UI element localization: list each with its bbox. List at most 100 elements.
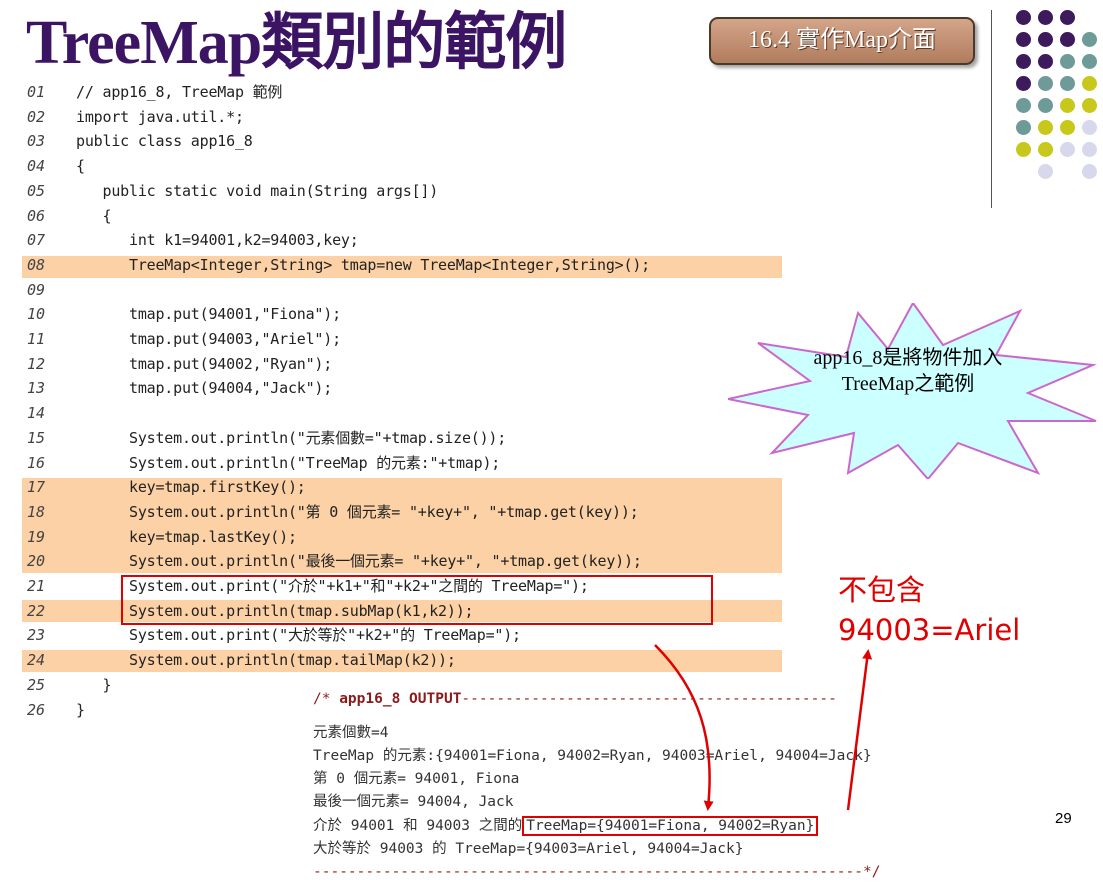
code-text: public static void main(String args[]): [76, 181, 439, 200]
dot: [1016, 54, 1031, 69]
code-text: key=tmap.lastKey();: [76, 527, 297, 546]
line-number: 20: [27, 552, 46, 571]
note-line-1: 不包含: [838, 573, 926, 607]
page-number: 29: [1055, 810, 1072, 827]
annotation-note: 不包含 94003=Ariel: [838, 570, 1020, 650]
dot: [1038, 54, 1053, 69]
dot: [1082, 76, 1097, 91]
dot: [1060, 142, 1075, 157]
line-number: 17: [27, 478, 46, 497]
output-line: 最後一個元素= 94004, Jack: [313, 794, 514, 810]
code-text: System.out.println("第 0 個元素= "+key+", "+…: [76, 502, 639, 521]
dot: [1082, 98, 1097, 113]
dot: [1038, 142, 1053, 157]
dot: [1016, 76, 1031, 91]
arrow-to-note: [846, 649, 873, 811]
submap-prefix: 介於 94001 和 94003 之間的: [313, 818, 523, 834]
dot: [1016, 32, 1031, 47]
section-button[interactable]: 16.4 實作Map介面: [709, 17, 975, 65]
code-text: System.out.println(tmap.tailMap(k2));: [76, 651, 456, 670]
line-number: 08: [27, 255, 46, 274]
dot: [1082, 142, 1097, 157]
dot: [1038, 120, 1053, 135]
code-text: System.out.println("最後一個元素= "+key+", "+t…: [76, 552, 642, 571]
dot: [1016, 120, 1031, 135]
code-text: }: [76, 675, 112, 694]
line-number: 09: [27, 280, 46, 299]
note-line-2: 94003=Ariel: [838, 613, 1021, 647]
output-line: 大於等於 94003 的 TreeMap={94003=Ariel, 94004…: [313, 841, 744, 857]
output-header: /* app16_8 OUTPUT-----------------------…: [313, 688, 837, 711]
dot: [1082, 54, 1097, 69]
dot: [1016, 142, 1031, 157]
dot: [1060, 32, 1075, 47]
code-text: tmap.put(94002,"Ryan");: [76, 354, 333, 373]
output-line: 元素個數=4: [313, 725, 389, 741]
code-text: System.out.print("大於等於"+k2+"的 TreeMap=")…: [76, 626, 521, 645]
callout-text: app16_8是將物件加入TreeMap之範例: [813, 347, 1003, 395]
line-number: 19: [27, 527, 46, 546]
line-number: 02: [27, 107, 46, 126]
submap-value: TreeMap={94001=Fiona, 94002=Ryan}: [522, 816, 819, 836]
dot: [1016, 98, 1031, 113]
code-text: import java.util.*;: [76, 107, 244, 126]
line-number: 03: [27, 132, 46, 151]
line-number: 15: [27, 428, 46, 447]
dot: [1082, 120, 1097, 135]
dot: [1060, 76, 1075, 91]
code-text: int k1=94001,k2=94003,key;: [76, 231, 359, 250]
dot: [1038, 76, 1053, 91]
code-text: tmap.put(94001,"Fiona");: [76, 305, 341, 324]
output-header-prefix: /*: [313, 691, 340, 707]
dot: [1016, 10, 1031, 25]
code-text: TreeMap<Integer,String> tmap=new TreeMap…: [76, 255, 650, 274]
line-number: 12: [27, 354, 46, 373]
line-number: 05: [27, 181, 46, 200]
slide-title: TreeMap類別的範例: [26, 9, 567, 77]
dot: [1038, 10, 1053, 25]
line-number: 14: [27, 404, 46, 423]
code-text: tmap.put(94004,"Jack");: [76, 379, 333, 398]
output-header-dashes: ----------------------------------------…: [461, 691, 837, 707]
line-number: 22: [27, 601, 46, 620]
divider-line: [991, 10, 992, 208]
code-text: public class app16_8: [76, 132, 253, 151]
dot: [1038, 164, 1053, 179]
line-number: 01: [27, 83, 46, 101]
line-number: 25: [27, 675, 46, 694]
code-text: // app16_8, TreeMap 範例: [76, 83, 283, 101]
line-number: 24: [27, 651, 46, 670]
code-text: {: [76, 157, 85, 176]
line-number: 10: [27, 305, 46, 324]
code-text: {: [76, 206, 112, 225]
line-number: 26: [27, 700, 46, 719]
dot: [1060, 120, 1075, 135]
output-line: TreeMap 的元素:{94001=Fiona, 94002=Ryan, 94…: [313, 748, 872, 764]
line-number: 23: [27, 626, 46, 645]
output-footer: ----------------------------------------…: [313, 864, 881, 880]
code-text: }: [76, 700, 85, 719]
output-line: 第 0 個元素= 94001, Fiona: [313, 771, 520, 787]
line-number: 13: [27, 379, 46, 398]
dot: [1038, 98, 1053, 113]
line-number: 06: [27, 206, 46, 225]
line-number: 11: [27, 330, 46, 348]
line-number: 16: [27, 453, 46, 472]
output-header-name: app16_8 OUTPUT: [339, 691, 462, 707]
dot: [1060, 10, 1075, 25]
line-number: 21: [27, 577, 46, 595]
submap-code-box: [121, 575, 713, 625]
code-text: System.out.println("元素個數="+tmap.size());: [76, 428, 507, 447]
dot: [1082, 32, 1097, 47]
code-text: tmap.put(94003,"Ariel");: [76, 330, 341, 348]
dot: [1082, 164, 1097, 179]
dot: [1038, 32, 1053, 47]
dot: [1060, 54, 1075, 69]
code-text: System.out.println("TreeMap 的元素:"+tmap);: [76, 453, 501, 472]
code-text: key=tmap.firstKey();: [76, 478, 306, 497]
line-number: 18: [27, 502, 46, 521]
dot: [1060, 98, 1075, 113]
output-submap-line: 介於 94001 和 94003 之間的 TreeMap={94001=Fiona…: [313, 815, 819, 838]
line-number: 04: [27, 157, 46, 176]
line-number: 07: [27, 231, 46, 250]
